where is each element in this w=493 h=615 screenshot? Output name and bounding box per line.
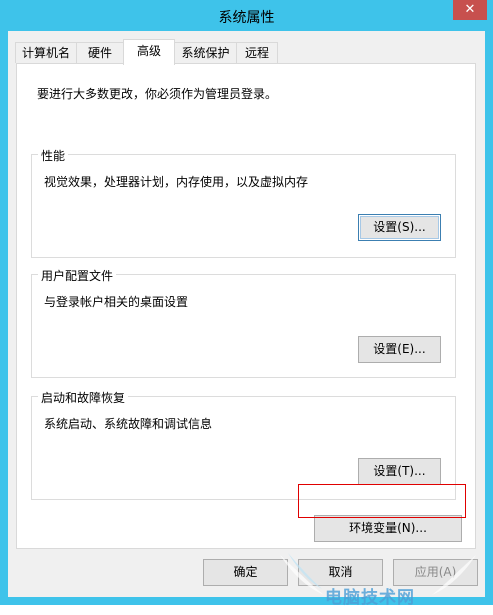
performance-title: 性能	[38, 147, 69, 164]
title-bar[interactable]: 系统属性 ✕	[0, 0, 493, 32]
system-properties-window: 系统属性 ✕ 计算机名 硬件 高级 系统保护 远程 要进行大多数更改，你必须作为…	[0, 0, 493, 615]
admin-instruction: 要进行大多数更改，你必须作为管理员登录。	[37, 87, 278, 101]
tab-advanced[interactable]: 高级	[123, 39, 175, 65]
close-button[interactable]: ✕	[453, 0, 487, 20]
startup-recovery-description: 系统启动、系统故障和调试信息	[44, 417, 213, 431]
ok-button[interactable]: 确定	[203, 559, 288, 586]
startup-recovery-settings-button[interactable]: 设置(T)...	[358, 458, 441, 485]
dialog-body: 计算机名 硬件 高级 系统保护 远程 要进行大多数更改，你必须作为管理员登录。 …	[8, 31, 485, 615]
user-profiles-group: 用户配置文件 与登录帐户相关的桌面设置 设置(E)...	[31, 267, 456, 378]
advanced-tab-panel: 要进行大多数更改，你必须作为管理员登录。 性能 视觉效果，处理器计划，内存使用，…	[16, 63, 476, 549]
performance-description: 视觉效果，处理器计划，内存使用，以及虚拟内存	[44, 175, 309, 189]
user-profiles-title: 用户配置文件	[38, 267, 117, 284]
watermark-url: www.52ij.com	[383, 605, 446, 615]
tab-remote[interactable]: 远程	[236, 42, 278, 63]
startup-recovery-title: 启动和故障恢复	[38, 389, 129, 406]
tab-hardware[interactable]: 硬件	[76, 42, 124, 63]
performance-settings-button[interactable]: 设置(S)...	[358, 214, 441, 241]
environment-variables-button[interactable]: 环境变量(N)...	[314, 515, 462, 542]
performance-group: 性能 视觉效果，处理器计划，内存使用，以及虚拟内存 设置(S)...	[31, 147, 456, 258]
close-icon: ✕	[464, 2, 476, 17]
user-profiles-description: 与登录帐户相关的桌面设置	[44, 295, 189, 309]
user-profiles-settings-button[interactable]: 设置(E)...	[358, 336, 441, 363]
window-title: 系统属性	[218, 10, 275, 26]
tab-system-protection[interactable]: 系统保护	[174, 42, 237, 63]
highlight-box	[298, 484, 466, 518]
watermark: 电脑技术网 www.52ij.com	[278, 551, 478, 615]
tab-computer-name[interactable]: 计算机名	[15, 42, 77, 63]
